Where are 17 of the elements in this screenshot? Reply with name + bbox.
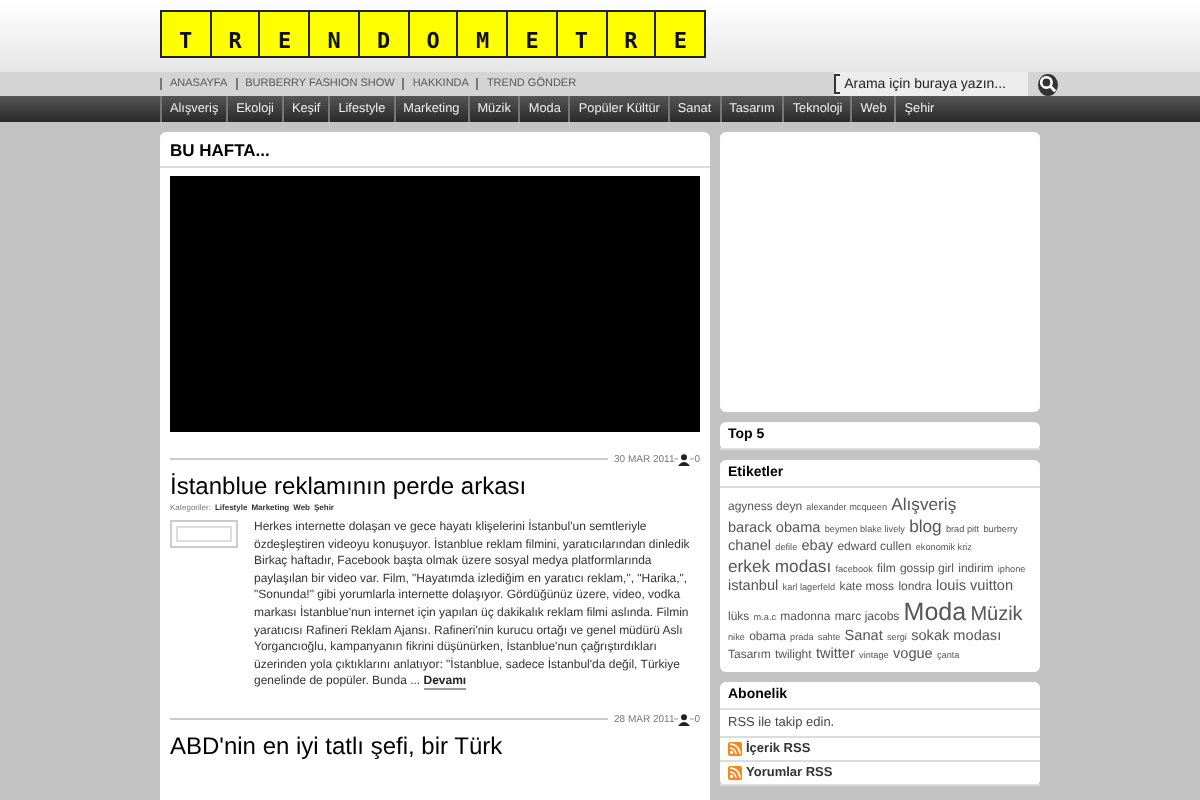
person-icon: [678, 713, 691, 726]
search-icon: [1038, 74, 1059, 94]
section-title: BU HAFTA...: [160, 132, 710, 168]
post-title[interactable]: İstanblue reklamının perde arkası: [170, 472, 700, 500]
post-title[interactable]: ABD'nin en iyi tatlı şefi, bir Türk: [170, 731, 700, 760]
logo[interactable]: T R E N D O M E T R E: [160, 10, 706, 58]
search-button[interactable]: [1038, 73, 1059, 95]
tag-link[interactable]: erkek modası: [728, 556, 832, 577]
tag-link[interactable]: Alışveriş: [891, 494, 957, 514]
thumbnail-frame: [170, 520, 238, 548]
brace-icon: [834, 74, 841, 94]
person-icon: [678, 454, 691, 466]
tag-link[interactable]: blog: [909, 516, 942, 537]
rss-icon: [728, 741, 742, 756]
tag-link[interactable]: Müzik: [970, 603, 1023, 625]
rss-icon: [728, 765, 742, 780]
tag-link[interactable]: Moda: [903, 597, 967, 625]
